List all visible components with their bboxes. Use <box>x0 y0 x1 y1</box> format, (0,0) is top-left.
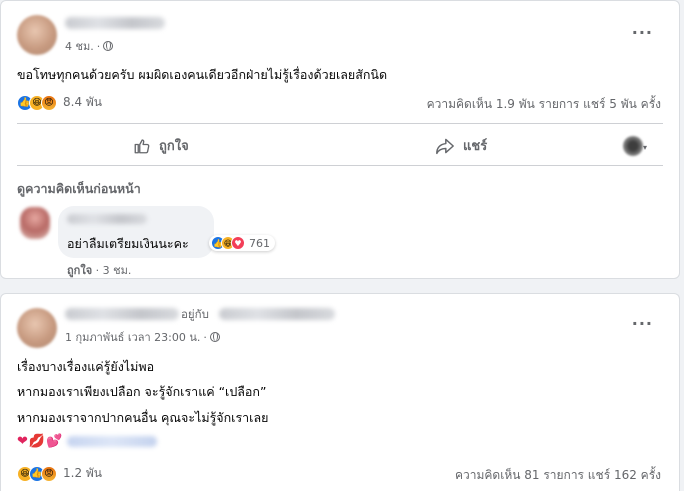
post-card: 4 ชม. · ··· ขอโทษทุกคนด้วยครับ ผมผิดเองค… <box>0 0 680 279</box>
post-time[interactable]: 4 ชม. <box>65 37 94 55</box>
post-line: หากมองเราเพียงเปลือก จะรู้จักเราแค่ “เปล… <box>17 384 267 399</box>
post-card: อยู่กับ 1 กุมภาพันธ์ เวลา 23:00 น. · ···… <box>0 293 680 491</box>
post-stats[interactable]: ความคิดเห็น 81 รายการ แชร์ 162 ครั้ง <box>455 466 661 485</box>
post-line: เรื่องบางเรื่องแค่รู้ยังไม่พอ <box>17 359 155 374</box>
comment-text: อย่าลืมเตรียมเงินนะคะ <box>67 236 189 251</box>
author-avatar[interactable] <box>17 15 57 55</box>
more-options-icon[interactable]: ··· <box>632 23 653 42</box>
tagged-link-blurred[interactable] <box>67 436 158 447</box>
reactor-avatar[interactable] <box>623 136 643 156</box>
post-text: ขอโทษทุกคนด้วยครับ ผมผิดเองคนเดียวอีกฝ่า… <box>17 67 388 82</box>
comment-reactions[interactable]: 👍 😆 ♥ 761 <box>209 235 275 251</box>
tagged-name-blurred[interactable] <box>219 308 335 320</box>
sparkling-heart-emoji-icon: 💕 <box>46 434 63 449</box>
with-text: อยู่กับ <box>181 307 209 321</box>
reaction-count: 8.4 พัน <box>63 95 103 109</box>
post-line: หากมองเราจากปากคนอื่น คุณจะไม่รู้จักเราเ… <box>17 410 269 425</box>
reaction-summary[interactable]: 😆 👍 😡 1.2 พัน <box>17 464 102 483</box>
comment-reaction-count: 761 <box>249 236 270 250</box>
commenter-avatar[interactable] <box>20 207 50 239</box>
divider <box>17 123 663 124</box>
post-meta: 4 ชม. · <box>65 37 114 55</box>
comment-time[interactable]: 3 ชม. <box>103 264 132 277</box>
like-button[interactable]: ถูกใจ <box>133 135 189 156</box>
view-previous-comments[interactable]: ดูความคิดเห็นก่อนหน้า <box>17 179 141 199</box>
author-name-blurred[interactable] <box>65 17 165 29</box>
thumbs-up-icon <box>134 138 150 153</box>
kiss-emoji-icon: 💋 <box>28 434 46 449</box>
love-reaction-icon: ♥ <box>231 236 245 250</box>
comment-actions: ถูกใจ · 3 ชม. <box>67 264 132 277</box>
like-label: ถูกใจ <box>159 139 189 154</box>
author-avatar[interactable] <box>17 308 57 348</box>
reaction-count: 1.2 พัน <box>63 466 103 480</box>
post-stats[interactable]: ความคิดเห็น 1.9 พัน รายการ แชร์ 5 พัน คร… <box>427 95 661 114</box>
post-time[interactable]: 1 กุมภาพันธ์ เวลา 23:00 น. <box>65 328 200 346</box>
post-meta: 1 กุมภาพันธ์ เวลา 23:00 น. · <box>65 328 220 346</box>
comment-like-link[interactable]: ถูกใจ <box>67 264 92 277</box>
globe-icon <box>209 332 220 342</box>
emoji-row: ❤ 💋 💕 <box>17 434 158 449</box>
heart-emoji-icon: ❤ <box>17 434 28 449</box>
caret-down-icon[interactable]: ▾ <box>643 143 647 152</box>
more-options-icon[interactable]: ··· <box>632 314 653 333</box>
share-button[interactable]: แชร์ <box>435 135 487 156</box>
globe-icon <box>103 41 114 51</box>
share-label: แชร์ <box>463 139 488 154</box>
angry-reaction-icon: 😡 <box>41 465 57 482</box>
reaction-summary[interactable]: 👍 😆 😡 8.4 พัน <box>17 93 102 112</box>
divider <box>17 165 663 166</box>
commenter-name-blurred[interactable] <box>67 214 147 224</box>
angry-reaction-icon: 😡 <box>41 94 57 111</box>
author-name-blurred[interactable] <box>65 308 179 320</box>
share-arrow-icon <box>436 138 454 154</box>
